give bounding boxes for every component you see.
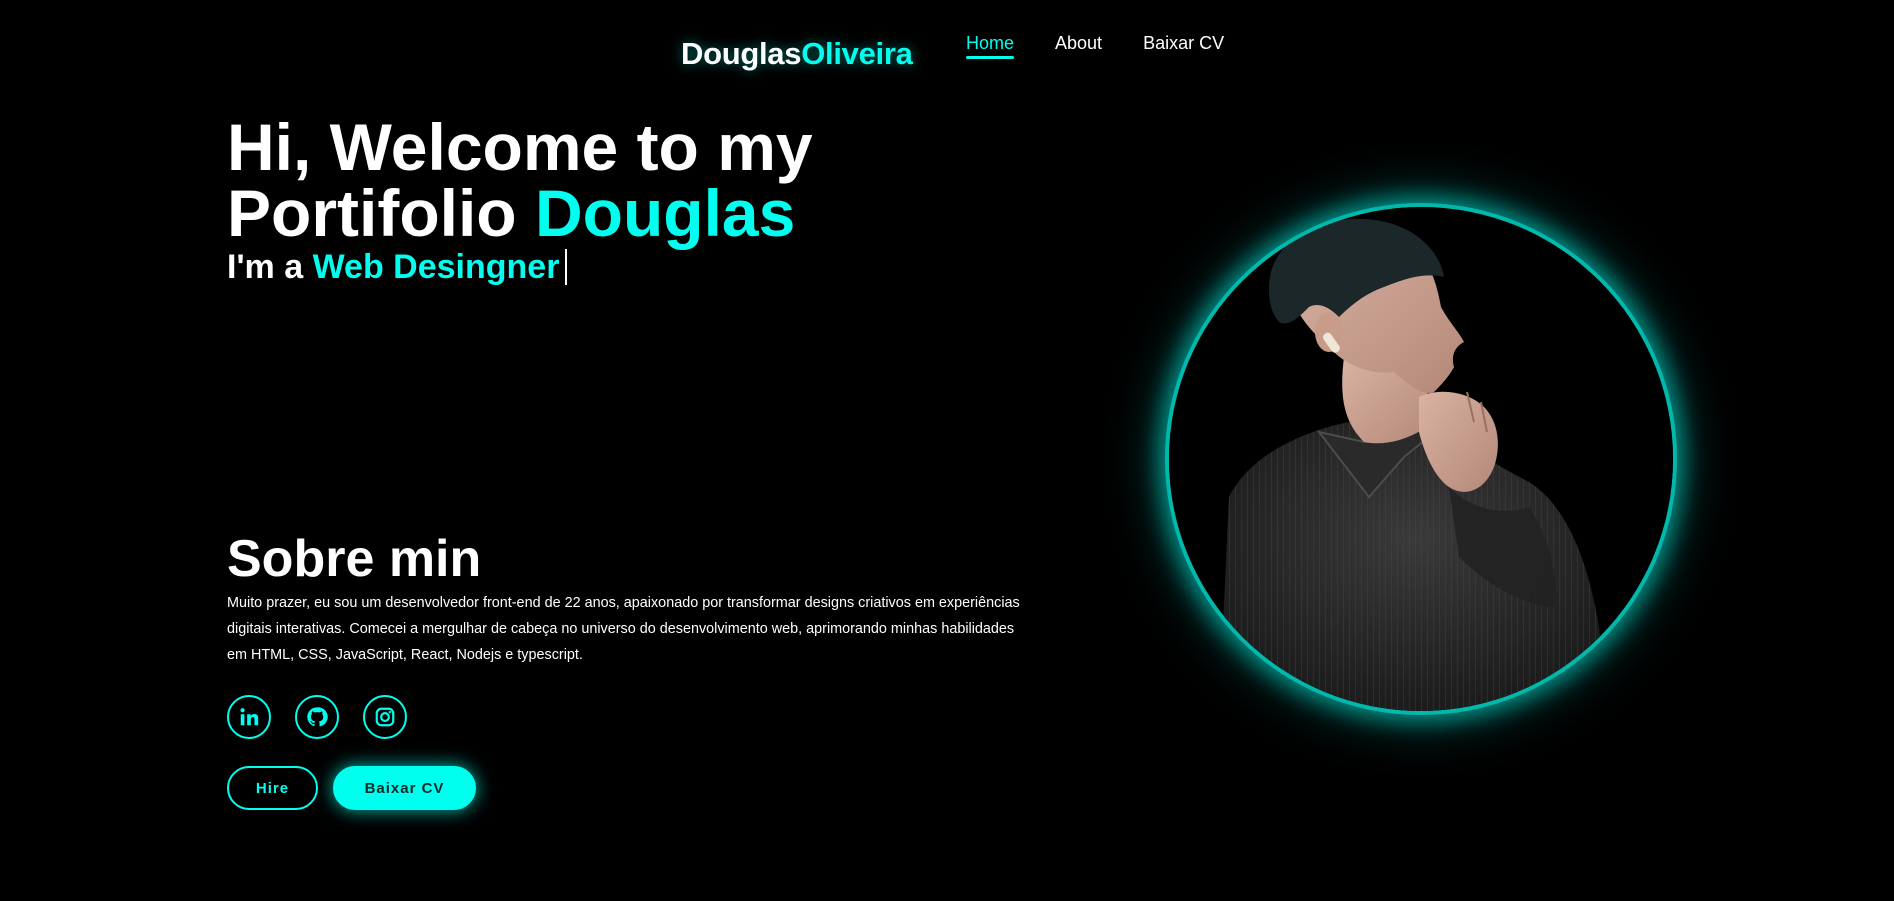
hire-button[interactable]: Hire bbox=[227, 766, 318, 810]
hero-actions: Hire Baixar CV bbox=[227, 766, 476, 810]
nav-baixar-cv-link[interactable]: Baixar CV bbox=[1143, 32, 1224, 54]
github-icon bbox=[307, 707, 328, 727]
linkedin-icon bbox=[240, 708, 259, 726]
nav-home-link[interactable]: Home bbox=[966, 32, 1015, 59]
hero-title-line-2: Portifolio bbox=[227, 176, 535, 250]
hero-title: Hi, Welcome to my Portifolio Douglas bbox=[227, 114, 813, 246]
hero-subtitle: I'm a Web Desingner bbox=[227, 247, 568, 287]
instagram-link[interactable] bbox=[363, 695, 407, 739]
site-logo[interactable]: DouglasOliveira bbox=[681, 36, 913, 72]
instagram-icon bbox=[375, 707, 395, 727]
subtitle-prefix: I'm a bbox=[227, 248, 313, 286]
hero-title-line-1: Hi, Welcome to my bbox=[227, 110, 813, 184]
site-header: DouglasOliveira Home About Baixar CV bbox=[0, 0, 1894, 90]
about-heading: Sobre min bbox=[227, 530, 482, 588]
logo-last-name: Oliveira bbox=[801, 36, 913, 71]
portfolio-page: DouglasOliveira Home About Baixar CV Hi,… bbox=[0, 0, 1894, 901]
social-links bbox=[227, 695, 407, 739]
logo-first-name: Douglas bbox=[681, 36, 802, 71]
github-link[interactable] bbox=[295, 695, 339, 739]
portrait-illustration bbox=[1169, 207, 1673, 711]
typing-cursor bbox=[565, 249, 568, 285]
main-nav: Home About Baixar CV bbox=[966, 32, 1224, 59]
typed-role: Web Desingner bbox=[312, 248, 560, 286]
nav-about-link[interactable]: About bbox=[1055, 32, 1102, 54]
linkedin-link[interactable] bbox=[227, 695, 271, 739]
download-cv-button[interactable]: Baixar CV bbox=[333, 766, 476, 810]
profile-photo bbox=[1169, 207, 1673, 711]
about-text: Muito prazer, eu sou um desenvolvedor fr… bbox=[227, 595, 1020, 663]
hero-name: Douglas bbox=[534, 176, 796, 250]
